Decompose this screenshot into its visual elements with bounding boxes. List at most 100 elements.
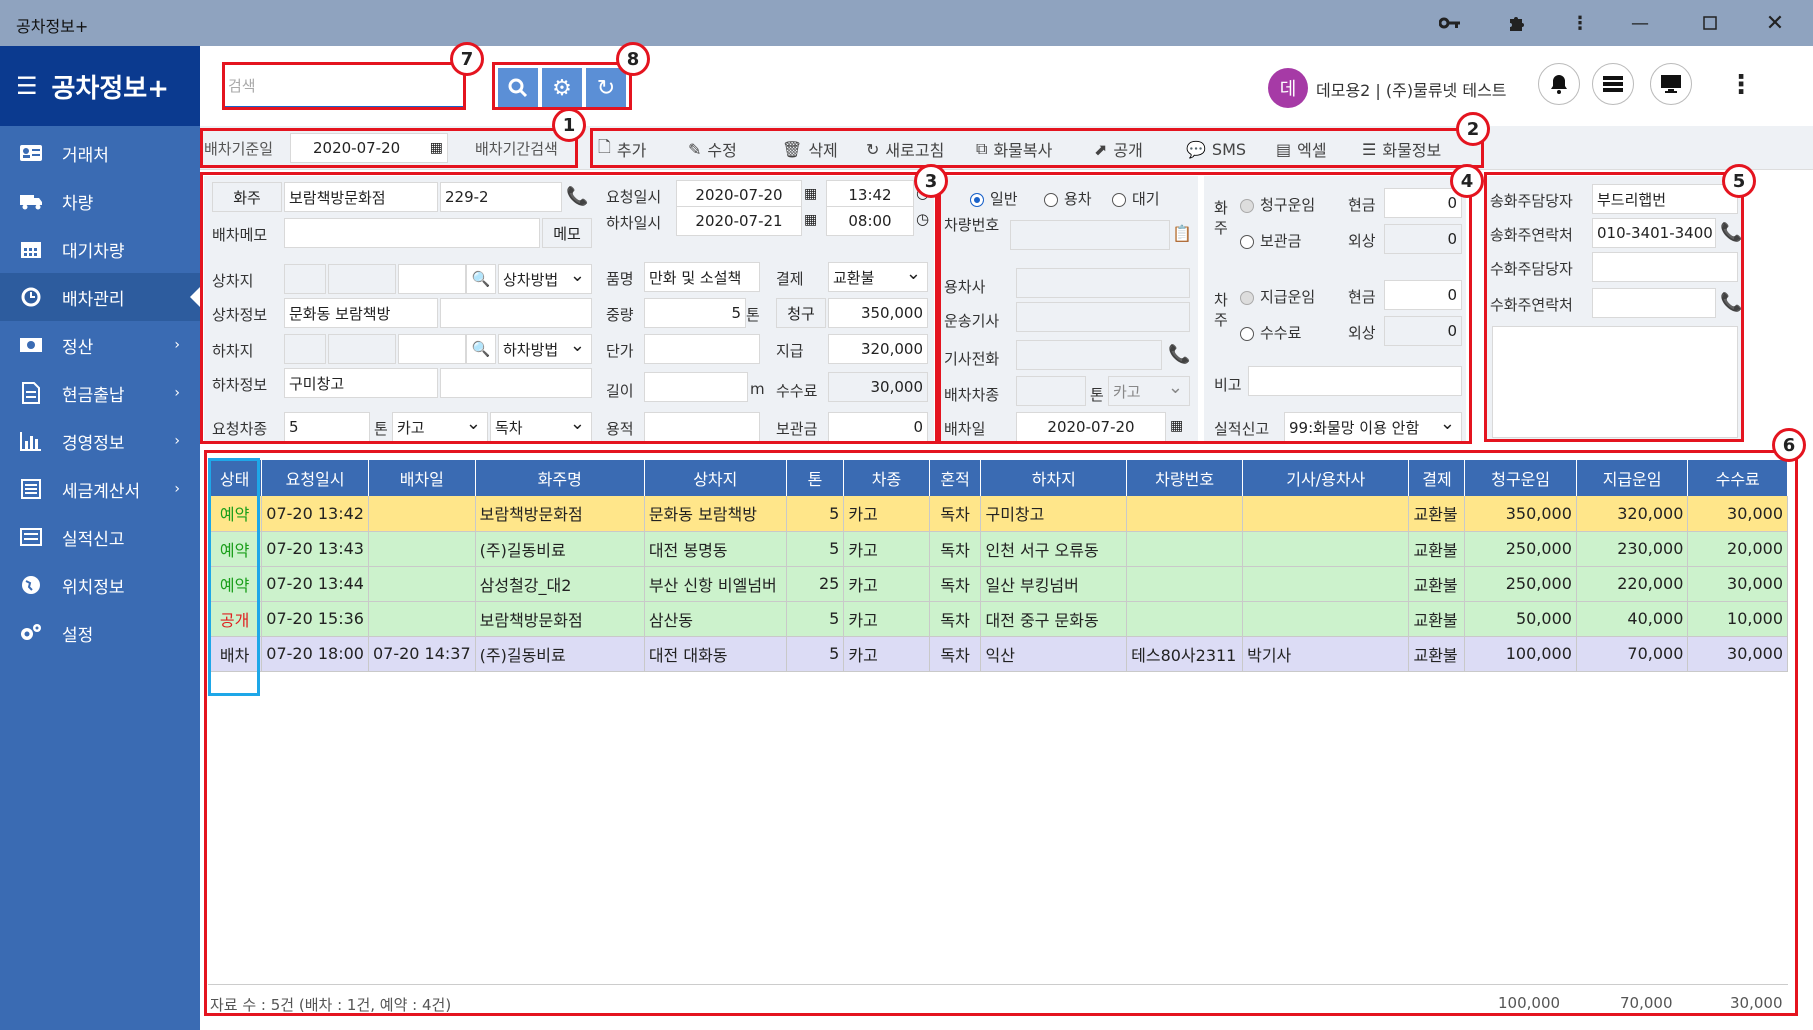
sidebar-item-settlement[interactable]: 정산 › <box>0 321 200 369</box>
table-row[interactable]: 공개 07-20 15:36 보람책방문화점 삼산동 5 카고 독차 대전 중구 문화동 교환불… <box>208 601 1788 637</box>
rent-company-input[interactable] <box>1016 268 1190 298</box>
unload-info-extra-input[interactable] <box>440 368 592 398</box>
edit-button[interactable]: ✎ 수정 <box>688 134 737 164</box>
sidebar-item-settings[interactable]: 설정 <box>0 609 200 657</box>
clipboard-icon[interactable]: 📋 <box>1172 224 1192 243</box>
sidebar-item-dispatch[interactable]: 배차관리 <box>0 273 200 321</box>
sidebar-item-cashbook[interactable]: 현금출납 › <box>0 369 200 417</box>
column-header[interactable]: 배차일 <box>368 460 476 496</box>
unload-date-input[interactable]: 2020-07-21 <box>676 206 802 236</box>
extension-puzzle-icon[interactable] <box>1497 8 1537 38</box>
load-code-input[interactable] <box>284 264 326 294</box>
credit-input[interactable]: 0 <box>1384 224 1462 254</box>
copy-cargo-button[interactable]: ⧉ 화물복사 <box>976 134 1052 164</box>
report-select[interactable]: 99:화물망 이용 안함 <box>1284 412 1462 442</box>
weight-input[interactable]: 5 <box>644 298 746 328</box>
car-type-select[interactable]: 카고 <box>1108 376 1190 406</box>
storage-input[interactable]: 0 <box>828 412 928 442</box>
sidebar-item-tax-invoice[interactable]: 세금계산서 › <box>0 465 200 513</box>
mode-rent-radio[interactable]: 용차 <box>1044 188 1092 209</box>
search-settings-button[interactable]: ⚙ <box>542 68 582 108</box>
column-header[interactable]: 화주명 <box>475 460 645 496</box>
unload-search-input[interactable] <box>398 334 466 364</box>
column-header[interactable]: 차량번호 <box>1126 460 1244 496</box>
note-input[interactable] <box>1248 366 1462 396</box>
minimize-icon[interactable]: — <box>1620 8 1660 38</box>
add-button[interactable]: 🗋 추가 <box>598 134 646 164</box>
delete-button[interactable]: 🗑 삭제 <box>782 134 838 164</box>
pay-fare-radio[interactable]: 지급운임 <box>1240 286 1315 307</box>
sender-tel-input[interactable]: 010-3401-3400 <box>1592 218 1716 248</box>
column-header[interactable]: 톤 <box>786 460 845 496</box>
sms-button[interactable]: 💬 SMS <box>1186 134 1246 164</box>
sidebar-item-location[interactable]: 위치정보 <box>0 561 200 609</box>
search-refresh-button[interactable]: ↻ <box>586 68 626 108</box>
more-options-icon[interactable]: ⋮ <box>1728 70 1754 100</box>
memo-button[interactable]: 메모 <box>542 218 592 248</box>
pay-select[interactable]: 교환불 <box>828 262 928 292</box>
refresh-button[interactable]: ↻ 새로고침 <box>866 134 944 164</box>
column-header[interactable]: 혼적 <box>929 460 982 496</box>
driver-input[interactable] <box>1016 302 1190 332</box>
table-row[interactable]: 예약 07-20 13:44 삼성철강_대2 부산 신항 비엘넘버 25 카고 독차 일산 부… <box>208 566 1788 602</box>
cash2-input[interactable]: 0 <box>1384 280 1462 310</box>
shipper-code-input[interactable]: 229-2 <box>440 182 562 212</box>
column-header[interactable]: 요청일시 <box>261 460 369 496</box>
unload-info-input[interactable]: 구미창고 <box>284 368 438 398</box>
unload-time-input[interactable]: 08:00 <box>826 206 914 236</box>
notifications-button[interactable] <box>1538 63 1580 105</box>
public-button[interactable]: ⬈ 공개 <box>1094 134 1143 164</box>
table-row[interactable]: 배차 07-20 18:00 07-20 14:37 (주)길동비료 대전 대화동 5 카고… <box>208 636 1788 672</box>
charge-fare-radio[interactable]: 청구운임 <box>1240 194 1315 215</box>
maximize-icon[interactable] <box>1690 8 1730 38</box>
storage-radio[interactable]: 보관금 <box>1240 230 1301 251</box>
phone-icon[interactable]: 📞 <box>1168 344 1190 365</box>
load-search-input[interactable] <box>398 264 466 294</box>
phone-icon[interactable]: 📞 <box>566 186 588 207</box>
credit2-input[interactable]: 0 <box>1384 316 1462 346</box>
more-vertical-icon[interactable]: ⋮ <box>1560 8 1600 38</box>
unload-search-button[interactable]: 🔍 <box>466 334 496 364</box>
memo-input[interactable] <box>284 218 540 248</box>
sidebar-item-performance-report[interactable]: 실적신고 <box>0 513 200 561</box>
car-type-ton-input[interactable] <box>1016 376 1086 406</box>
contact-memo-textarea[interactable] <box>1492 326 1738 438</box>
table-row[interactable]: 예약 07-20 13:43 (주)길동비료 대전 봉명동 5 카고 독차 인천 서구 오류동… <box>208 531 1788 567</box>
car-no-input[interactable] <box>1010 220 1170 250</box>
unload-code-input[interactable] <box>284 334 326 364</box>
column-header[interactable]: 결제 <box>1408 460 1466 496</box>
monitor-button[interactable] <box>1650 63 1692 105</box>
range-search-button[interactable]: 배차기간검색 <box>475 138 558 159</box>
mode-wait-radio[interactable]: 대기 <box>1112 188 1160 209</box>
calendar-icon[interactable]: ▦ <box>1170 418 1183 434</box>
item-input[interactable]: 만화 및 소설책 <box>644 262 760 292</box>
search-input[interactable]: 검색 <box>224 64 464 108</box>
dispatch-date-input[interactable]: 2020-07-20 <box>1016 412 1166 442</box>
sender-mgr-input[interactable]: 부드리햅번 <box>1592 184 1738 214</box>
req-car-select[interactable]: 카고 <box>392 412 488 442</box>
calendar-icon[interactable]: ▦ <box>430 140 443 156</box>
close-window-icon[interactable]: ✕ <box>1755 8 1795 38</box>
column-header[interactable]: 기사/용차사 <box>1242 460 1410 496</box>
table-row[interactable]: 예약 07-20 13:42 보람책방문화점 문화동 보람책방 5 카고 독차 구미창고 교환불… <box>208 496 1788 532</box>
req-mix-select[interactable]: 독차 <box>490 412 592 442</box>
column-header[interactable]: 차종 <box>843 460 930 496</box>
req-ton-input[interactable]: 5 <box>284 412 370 442</box>
cargo-info-button[interactable]: ☰ 화물정보 <box>1362 134 1441 164</box>
fee-radio[interactable]: 수수료 <box>1240 322 1301 343</box>
load-method-select[interactable]: 상차방법 <box>498 264 592 294</box>
column-header[interactable]: 지급운임 <box>1576 460 1689 496</box>
unload-method-select[interactable]: 하차방법 <box>498 334 592 364</box>
phone-icon[interactable]: 📞 <box>1720 222 1742 243</box>
sidebar-item-waiting-vehicles[interactable]: 대기차량 <box>0 225 200 273</box>
recv-tel-input[interactable] <box>1592 288 1716 318</box>
search-button[interactable] <box>498 68 538 108</box>
calendar-icon[interactable]: ▦ <box>804 212 817 228</box>
load-info-input[interactable]: 문화동 보람책방 <box>284 298 438 328</box>
clock-icon[interactable]: ◷ <box>916 210 929 228</box>
charge-input[interactable]: 350,000 <box>828 298 928 328</box>
column-header[interactable]: 수수료 <box>1687 460 1788 496</box>
phone-icon[interactable]: 📞 <box>1720 292 1742 313</box>
excel-button[interactable]: ▤ 엑셀 <box>1276 134 1327 164</box>
driver-phone-input[interactable] <box>1016 340 1162 370</box>
